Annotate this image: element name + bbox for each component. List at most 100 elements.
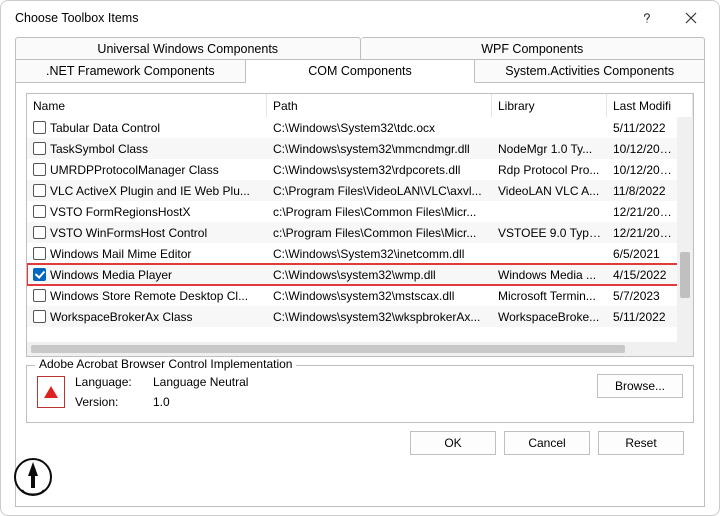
row-path: C:\Windows\system32\mmcndmgr.dll xyxy=(267,142,492,156)
table-row[interactable]: VSTO WinFormsHost Control c:\Program File… xyxy=(27,222,693,243)
tab-row-bottom: .NET Framework Components COM Components… xyxy=(15,59,705,83)
row-library: Microsoft Termin... xyxy=(492,289,607,303)
button-label: Reset xyxy=(625,436,656,450)
vertical-scrollbar[interactable] xyxy=(677,117,693,342)
column-label: Name xyxy=(33,99,65,113)
row-name: Tabular Data Control xyxy=(50,121,160,135)
button-label: OK xyxy=(444,436,461,450)
row-name: UMRDPProtocolManager Class xyxy=(50,163,219,177)
browse-button[interactable]: Browse... xyxy=(597,374,683,398)
list-body[interactable]: Tabular Data Control C:\Windows\System32\… xyxy=(27,117,693,342)
table-row[interactable]: Windows Store Remote Desktop Cl... C:\Win… xyxy=(27,285,693,306)
tab-label: WPF Components xyxy=(481,42,583,56)
table-row[interactable]: Windows Mail Mime Editor C:\Windows\Syste… xyxy=(27,243,693,264)
close-icon xyxy=(685,12,697,24)
checkbox[interactable] xyxy=(33,247,46,260)
tab-label: System.Activities Components xyxy=(505,64,674,78)
tab-com-components[interactable]: COM Components xyxy=(246,59,476,83)
checkbox[interactable] xyxy=(33,226,46,239)
checkbox[interactable] xyxy=(33,310,46,323)
row-path: C:\Windows\System32\inetcomm.dll xyxy=(267,247,492,261)
panel: Name Path Library Last Modifi Tabular Da… xyxy=(15,83,705,507)
row-path: c:\Program Files\Common Files\Micr... xyxy=(267,205,492,219)
language-value: Language Neutral xyxy=(153,375,248,389)
row-path: C:\Windows\system32\wkspbrokerAx... xyxy=(267,310,492,324)
button-label: Cancel xyxy=(528,436,565,450)
version-value: 1.0 xyxy=(153,395,170,409)
row-path: c:\Program Files\Common Files\Micr... xyxy=(267,226,492,240)
tab-net-framework[interactable]: .NET Framework Components xyxy=(15,59,246,83)
table-row[interactable]: Windows Media Player C:\Windows\system32\… xyxy=(27,264,693,285)
components-list: Name Path Library Last Modifi Tabular Da… xyxy=(26,93,694,357)
checkbox[interactable] xyxy=(33,163,46,176)
checkbox[interactable] xyxy=(33,205,46,218)
row-library: Windows Media ... xyxy=(492,268,607,282)
column-label: Library xyxy=(498,99,535,113)
tab-label: Universal Windows Components xyxy=(97,42,278,56)
checkbox[interactable] xyxy=(33,289,46,302)
row-library: Rdp Protocol Pro... xyxy=(492,163,607,177)
language-label: Language: xyxy=(75,375,145,389)
row-path: C:\Program Files\VideoLAN\VLC\axvl... xyxy=(267,184,492,198)
row-name: Windows Store Remote Desktop Cl... xyxy=(50,289,248,303)
checkbox[interactable] xyxy=(33,142,46,155)
table-row[interactable]: VLC ActiveX Plugin and IE Web Plu... C:\P… xyxy=(27,180,693,201)
dialog-buttons: OK Cancel Reset xyxy=(26,423,694,459)
button-label: Browse... xyxy=(615,379,665,393)
row-name: Windows Mail Mime Editor xyxy=(50,247,191,261)
help-icon xyxy=(640,11,654,25)
help-button[interactable] xyxy=(625,3,669,33)
row-name: WorkspaceBrokerAx Class xyxy=(50,310,193,324)
row-name: VLC ActiveX Plugin and IE Web Plu... xyxy=(50,184,250,198)
row-path: C:\Windows\System32\tdc.ocx xyxy=(267,121,492,135)
title-bar: Choose Toolbox Items xyxy=(1,1,719,35)
tab-row-top: Universal Windows Components WPF Compone… xyxy=(15,37,705,60)
checkbox[interactable] xyxy=(33,184,46,197)
horizontal-scrollbar[interactable] xyxy=(27,342,693,356)
row-name: VSTO WinFormsHost Control xyxy=(50,226,207,240)
version-label: Version: xyxy=(75,395,145,409)
row-library: NodeMgr 1.0 Ty... xyxy=(492,142,607,156)
row-library: VSTOEE 9.0 Type ... xyxy=(492,226,607,240)
row-library: VideoLAN VLC A... xyxy=(492,184,607,198)
detail-panel: Adobe Acrobat Browser Control Implementa… xyxy=(26,365,694,423)
reset-button[interactable]: Reset xyxy=(598,431,684,455)
table-row[interactable]: UMRDPProtocolManager Class C:\Windows\sys… xyxy=(27,159,693,180)
row-path: C:\Windows\system32\rdpcorets.dll xyxy=(267,163,492,177)
tab-wpf[interactable]: WPF Components xyxy=(361,37,706,60)
row-path: C:\Windows\system32\mstscax.dll xyxy=(267,289,492,303)
checkbox[interactable] xyxy=(33,121,46,134)
detail-grid: Language: Language Neutral Version: 1.0 xyxy=(75,372,248,412)
row-name: Windows Media Player xyxy=(50,268,172,282)
table-row[interactable]: TaskSymbol Class C:\Windows\system32\mmcn… xyxy=(27,138,693,159)
column-label: Last Modifi xyxy=(613,99,671,113)
table-row[interactable]: VSTO FormRegionsHostX c:\Program Files\Co… xyxy=(27,201,693,222)
column-path[interactable]: Path xyxy=(267,94,492,117)
tab-label: .NET Framework Components xyxy=(46,64,215,78)
column-library[interactable]: Library xyxy=(492,94,607,117)
tab-universal-windows[interactable]: Universal Windows Components xyxy=(15,37,361,60)
tab-label: COM Components xyxy=(308,64,412,78)
scroll-thumb[interactable] xyxy=(680,252,690,298)
window-title: Choose Toolbox Items xyxy=(15,11,138,25)
row-path: C:\Windows\system32\wmp.dll xyxy=(267,268,492,282)
row-name: VSTO FormRegionsHostX xyxy=(50,205,191,219)
detail-title: Adobe Acrobat Browser Control Implementa… xyxy=(35,357,296,371)
checkbox[interactable] xyxy=(33,268,46,281)
ok-button[interactable]: OK xyxy=(410,431,496,455)
column-modified[interactable]: Last Modifi xyxy=(607,94,693,117)
tabs: Universal Windows Components WPF Compone… xyxy=(15,37,705,83)
column-name[interactable]: Name xyxy=(27,94,267,117)
tab-system-activities[interactable]: System.Activities Components xyxy=(475,59,705,83)
scroll-thumb[interactable] xyxy=(31,345,625,353)
list-header: Name Path Library Last Modifi xyxy=(27,94,693,117)
adobe-icon xyxy=(37,376,65,408)
column-label: Path xyxy=(273,99,298,113)
row-library: WorkspaceBroke... xyxy=(492,310,607,324)
table-row[interactable]: WorkspaceBrokerAx Class C:\Windows\system… xyxy=(27,306,693,327)
row-name: TaskSymbol Class xyxy=(50,142,148,156)
close-button[interactable] xyxy=(669,3,713,33)
cancel-button[interactable]: Cancel xyxy=(504,431,590,455)
table-row[interactable]: Tabular Data Control C:\Windows\System32\… xyxy=(27,117,693,138)
dialog-window: Choose Toolbox Items Universal Windows C… xyxy=(0,0,720,516)
